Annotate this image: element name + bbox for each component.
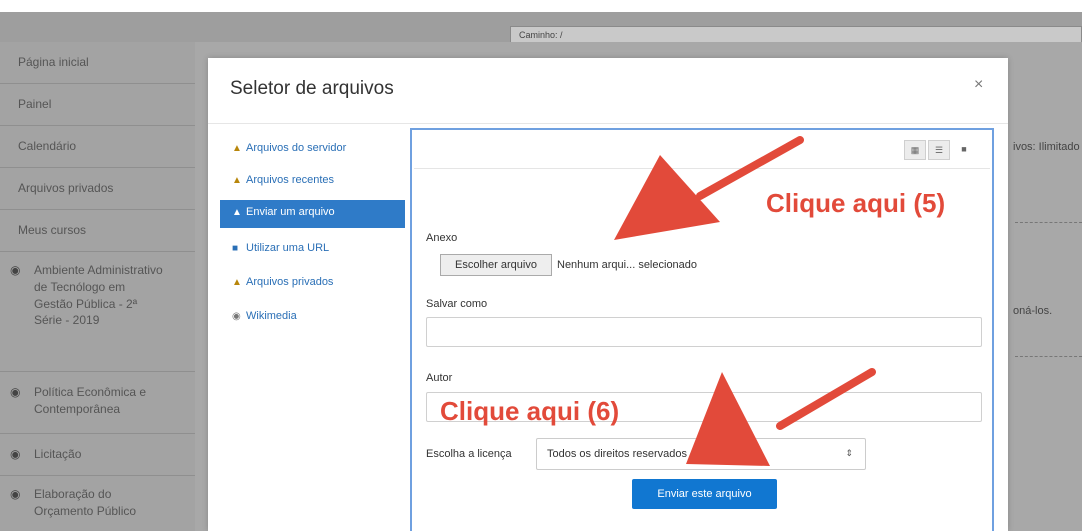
sidebar-item-dashboard[interactable]: Painel — [0, 84, 195, 126]
course-label: Elaboração do Orçamento Público — [34, 487, 137, 518]
sidebar: Página inicial Painel Calendário Arquivo… — [0, 42, 195, 531]
wikimedia-icon: ◉ — [232, 311, 241, 322]
repo-label: Utilizar uma URL — [246, 242, 330, 254]
repo-label: Arquivos privados — [246, 276, 334, 288]
repo-private-files[interactable]: ▲ Arquivos privados — [220, 270, 405, 298]
license-select[interactable]: Todos os direitos reservados ⇕ — [536, 438, 866, 470]
sidebar-item-home[interactable]: Página inicial — [0, 42, 195, 84]
repo-wikimedia[interactable]: ◉ Wikimedia — [220, 304, 405, 332]
folder-icon: ▲ — [232, 175, 242, 186]
dashed-divider — [1015, 356, 1082, 357]
folder-icon: ▲ — [232, 143, 242, 154]
repo-url[interactable]: ■ Utilizar uma URL — [220, 236, 405, 264]
repo-recent-files[interactable]: ▲ Arquivos recentes — [220, 168, 405, 196]
panel-toolbar: ▦ ☰ ■ — [414, 132, 990, 169]
graduation-cap-icon: ◉ — [10, 263, 21, 277]
save-as-input[interactable] — [426, 317, 982, 347]
author-label: Autor — [426, 372, 453, 384]
course-label: Licitação — [34, 447, 82, 461]
folder-icon: ▲ — [232, 277, 242, 288]
graduation-cap-icon: ◉ — [10, 487, 21, 501]
background-text-limit: ivos: Ilimitado — [1013, 141, 1080, 153]
sidebar-item-private-files[interactable]: Arquivos privados — [0, 168, 195, 210]
course-label: Política Econômica e Contemporânea — [34, 385, 147, 416]
file-picker-modal: Seletor de arquivos × ▲ Arquivos do servi… — [208, 58, 1008, 531]
repo-server-files[interactable]: ▲ Arquivos do servidor — [220, 136, 405, 164]
choose-file-button[interactable]: Escolher arquivo — [440, 254, 552, 276]
repo-upload-file[interactable]: ▲ Enviar um arquivo — [220, 200, 405, 228]
graduation-cap-icon: ◉ — [10, 447, 21, 461]
top-strip — [0, 0, 1082, 12]
upload-icon: ▲ — [232, 207, 242, 218]
modal-title: Seletor de arquivos — [230, 78, 394, 99]
no-file-text: Nenhum arqui... selecionado — [557, 259, 698, 271]
sidebar-course-2[interactable]: ◉ Política Econômica e Contemporânea — [0, 372, 195, 434]
select-caret-icon: ⇕ — [845, 448, 853, 458]
close-icon[interactable]: × — [974, 76, 983, 94]
grid-view-icon[interactable]: ▦ — [904, 140, 926, 160]
attachment-label: Anexo — [426, 232, 458, 244]
sidebar-course-3[interactable]: ◉ Licitação — [0, 434, 195, 476]
list-view-icon[interactable]: ☰ — [928, 140, 950, 160]
repo-label: Wikimedia — [246, 310, 297, 322]
sidebar-course-1[interactable]: ◉ Ambiente Administrativo de Tecnólogo e… — [0, 252, 195, 372]
save-as-label: Salvar como — [426, 298, 488, 310]
sidebar-item-my-courses[interactable]: Meus cursos — [0, 210, 195, 252]
callout-step-5: Clique aqui (5) — [766, 188, 946, 218]
modal-divider — [208, 123, 1008, 124]
callout-step-6: Clique aqui (6) — [440, 396, 620, 426]
sidebar-course-4[interactable]: ◉ Elaboração do Orçamento Público — [0, 476, 195, 531]
dashed-divider — [1015, 222, 1082, 223]
repo-label: Arquivos recentes — [246, 174, 335, 186]
license-label: Escolha a licença — [426, 448, 512, 460]
sidebar-item-calendar[interactable]: Calendário — [0, 126, 195, 168]
repo-label: Enviar um arquivo — [246, 206, 335, 218]
folder-view-icon[interactable]: ■ — [954, 140, 974, 158]
license-value: Todos os direitos reservados — [547, 448, 688, 460]
link-icon: ■ — [232, 243, 239, 254]
graduation-cap-icon: ◉ — [10, 385, 21, 399]
background-text-drag: oná-los. — [1013, 305, 1053, 317]
repo-label: Arquivos do servidor — [246, 142, 347, 154]
course-label: Ambiente Administrativo de Tecnólogo em … — [34, 263, 163, 328]
submit-upload-button[interactable]: Enviar este arquivo — [632, 479, 777, 509]
